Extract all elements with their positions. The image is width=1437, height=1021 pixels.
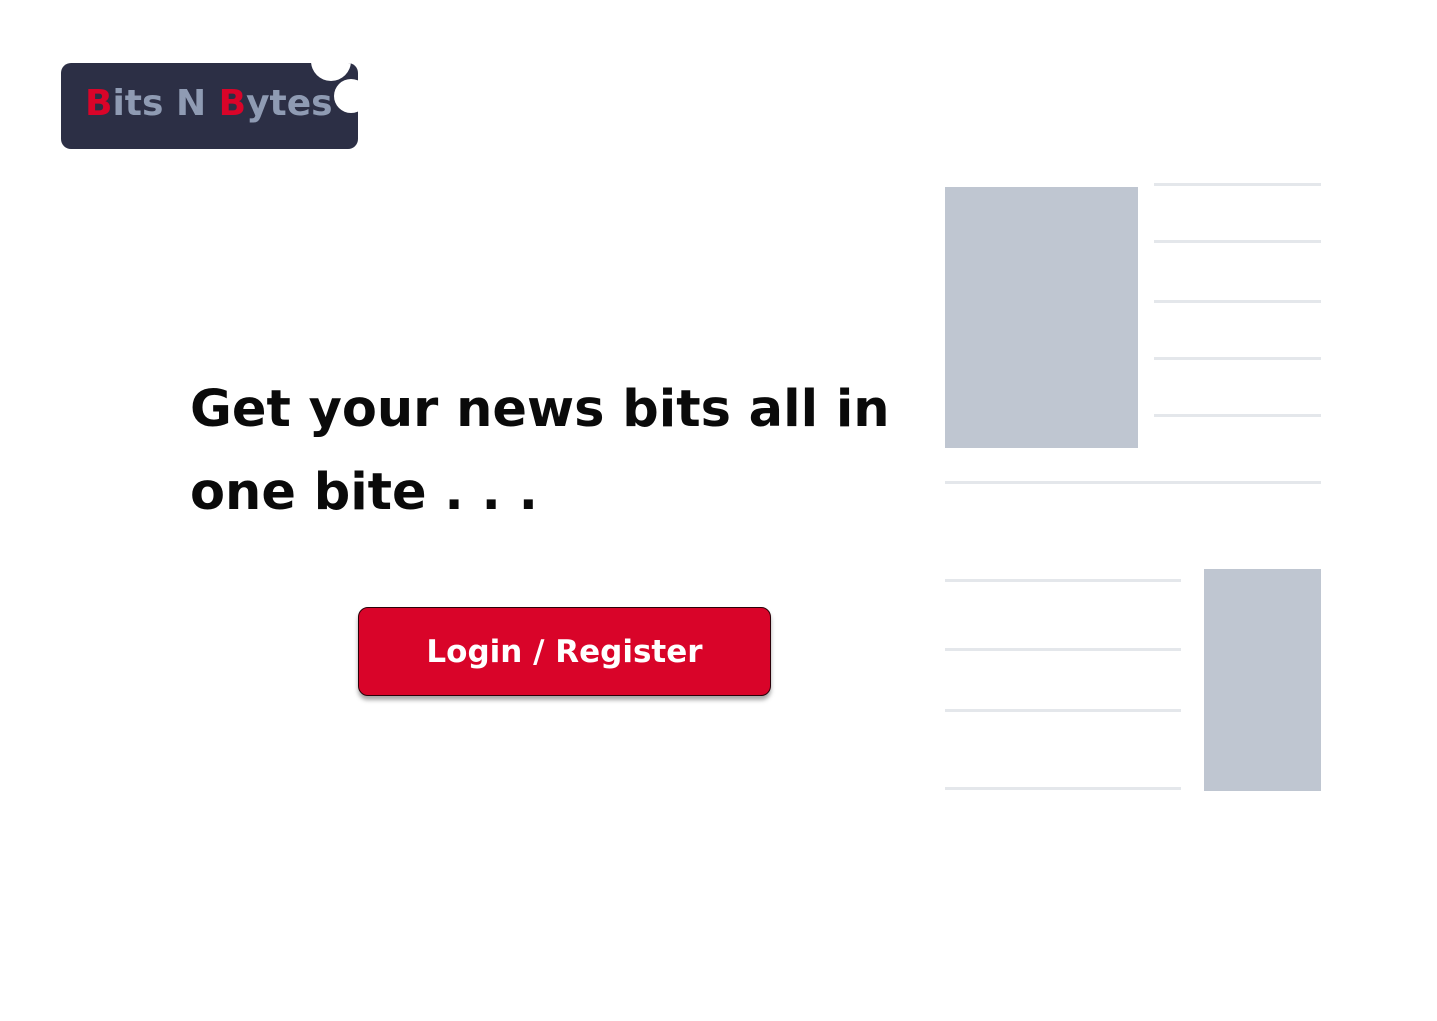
article-text-line [1154, 414, 1321, 417]
article-divider [945, 481, 1321, 484]
logo-bite-mark [334, 79, 358, 113]
article-image-placeholder [945, 187, 1138, 448]
hero-headline: Get your news bits all in one bite . . . [190, 380, 890, 522]
brand-wordmark: Bits N Bytes [85, 83, 333, 124]
article-image-placeholder [1204, 569, 1321, 791]
article-text-line [945, 709, 1181, 712]
logo-bite-mark [311, 63, 351, 81]
brand-letter-accent: B [218, 83, 247, 124]
brand-text: its N [112, 83, 219, 124]
landing-page: Bits N Bytes Get your news bits all in o… [0, 0, 1437, 1021]
article-text-line [945, 787, 1181, 790]
article-text-line [945, 648, 1181, 651]
article-text-line [945, 579, 1181, 582]
article-text-line [1154, 357, 1321, 360]
article-text-line [1154, 240, 1321, 243]
brand-letter-accent: B [85, 83, 113, 124]
login-register-button[interactable]: Login / Register [358, 607, 771, 696]
article-text-line [1154, 300, 1321, 303]
brand-text: ytes [246, 83, 333, 124]
article-text-line [1154, 183, 1321, 186]
brand-logo[interactable]: Bits N Bytes [61, 63, 358, 149]
